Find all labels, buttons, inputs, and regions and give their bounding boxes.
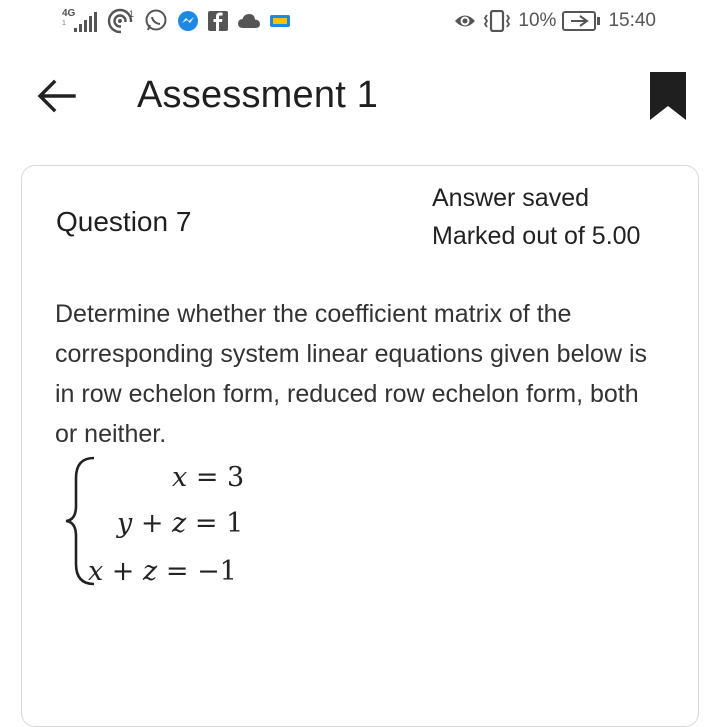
equation-3: x + z = −1	[88, 556, 237, 587]
answer-status: Answer saved	[432, 184, 590, 212]
cloud-icon	[238, 14, 260, 28]
app-bar: Assessment 1	[0, 60, 720, 132]
status-right: 10% 15:40	[454, 10, 656, 32]
equation-2-rhs: 1	[226, 508, 244, 539]
equation-3-lhs: x + z	[88, 556, 158, 587]
svg-text:1: 1	[129, 9, 134, 19]
app-icon	[270, 15, 290, 27]
messenger-icon	[178, 11, 198, 31]
eye-icon	[455, 15, 476, 27]
facebook-icon	[208, 11, 228, 31]
whatsapp-icon	[145, 9, 167, 31]
battery-percent: 10%	[518, 10, 557, 31]
question-mark: Marked out of 5.00	[432, 222, 641, 250]
clock: 15:40	[608, 10, 656, 31]
question-text: Determine whether the coefficient matrix…	[55, 300, 647, 448]
equation-2-lhs: y + z	[117, 508, 187, 539]
question-number: Question 7	[56, 206, 192, 237]
equation-2: y + z = 1	[117, 508, 244, 539]
status-bar: 4G 1 1 10% 15:40	[0, 0, 720, 48]
equation-1-rhs: 3	[227, 462, 245, 493]
question-card: Question 7 Answer saved Marked out of 5.…	[21, 165, 699, 727]
page-title: Assessment 1	[137, 74, 379, 116]
network-sub: 1	[62, 20, 66, 27]
equation-1-lhs: x	[172, 462, 188, 493]
equation-3-rhs: −1	[197, 556, 237, 587]
battery-icon	[562, 11, 601, 31]
hotspot-icon: 1	[107, 8, 135, 34]
equation-1: x = 3	[172, 462, 245, 493]
signal-bars-icon: 4G 1	[62, 8, 98, 34]
status-left-icons: 4G 1 1	[62, 8, 290, 34]
bookmark-icon[interactable]	[650, 72, 686, 120]
vibrate-icon	[484, 10, 511, 32]
back-arrow-icon[interactable]	[36, 78, 76, 114]
